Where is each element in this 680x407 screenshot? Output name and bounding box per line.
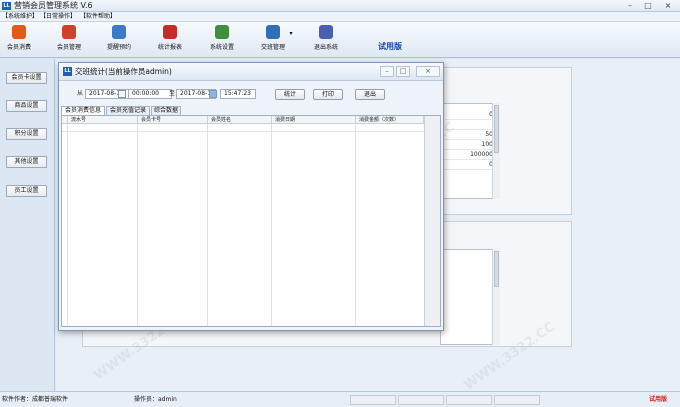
tab-member-recharge-records[interactable]: 会员充值记录 <box>106 106 150 115</box>
member-consume-icon <box>12 25 26 39</box>
menu-system-maintenance[interactable]: 【系统维护】 <box>2 13 38 21</box>
toolbar-label: 系统设置 <box>209 44 234 51</box>
grid-column-line <box>67 124 68 326</box>
from-time-input[interactable]: 00:00:00 <box>128 89 172 99</box>
grid-column-line <box>355 124 356 326</box>
nav-points-settings[interactable]: 积分设置 <box>6 128 47 140</box>
to-time-input[interactable]: 15:47:23 <box>220 89 256 99</box>
col-consume-amount[interactable]: 消费金额（次数） <box>356 116 424 124</box>
toolbar-exit-button[interactable]: 退出系统 <box>311 25 341 55</box>
col-serial-number[interactable]: 流水号 <box>68 116 138 124</box>
dialog-app-icon: LL <box>63 67 72 76</box>
minimize-button[interactable]: – <box>623 1 637 10</box>
window-title: 营销会员管理系统 V.6 <box>14 1 93 10</box>
toolbar-reminder-button[interactable]: 提醒预约 <box>104 25 134 55</box>
status-cell <box>494 395 540 405</box>
status-cell <box>398 395 444 405</box>
dialog-title: 交班统计(当前操作员admin) <box>75 67 172 76</box>
settings-list-bottom-scrollbar[interactable] <box>492 249 500 345</box>
stats-button[interactable]: 统计 <box>275 89 305 100</box>
table-row[interactable] <box>62 124 424 132</box>
toolbar-label: 会员消费 <box>6 44 31 51</box>
value-row: 100000 <box>441 150 497 160</box>
toolbar-label: 退出系统 <box>313 44 338 51</box>
shift-dropdown-arrow[interactable]: ▾ <box>287 30 295 60</box>
status-operator: 操作员：admin <box>134 396 177 403</box>
consume-data-grid[interactable]: 流水号 会员卡号 会员姓名 消费日期 消费金额（次数） <box>61 115 441 327</box>
grid-column-line <box>207 124 208 326</box>
status-trial: 试用版 <box>649 396 668 403</box>
member-manage-icon <box>62 25 76 39</box>
trial-label: 试用版 <box>378 42 402 51</box>
nav-product-settings[interactable]: 商品设置 <box>6 100 47 112</box>
menu-software-help[interactable]: 【软件帮助】 <box>80 13 116 21</box>
toolbar-member-consume-button[interactable]: 会员消费 <box>4 25 34 55</box>
toolbar-settings-button[interactable]: 系统设置 <box>207 25 237 55</box>
shift-icon <box>266 25 280 39</box>
toolbar-report-button[interactable]: 统计报表 <box>155 25 185 55</box>
grid-column-line <box>137 124 138 326</box>
status-cell <box>446 395 492 405</box>
maximize-button[interactable]: □ <box>641 1 655 10</box>
toolbar-shift-button[interactable]: 交班管理 <box>258 25 288 55</box>
scroll-thumb[interactable] <box>494 105 499 153</box>
toolbar-label: 统计报表 <box>157 44 182 51</box>
col-member-card-number[interactable]: 会员卡号 <box>138 116 208 124</box>
window-title-bar: LL 营销会员管理系统 V.6 – □ × <box>0 0 680 12</box>
value-row: 100 <box>441 140 497 150</box>
grid-scrollbar[interactable] <box>424 116 440 326</box>
dialog-tabs: 会员消费信息 会员充值记录 综合数据 <box>61 106 441 116</box>
tab-summary-data[interactable]: 综合数据 <box>151 106 181 115</box>
dialog-maximize-button[interactable]: □ <box>396 66 410 77</box>
main-toolbar: 会员消费 会员管理 提醒预约 统计报表 系统设置 交班管理 ▾ 退出系统 试用版 <box>0 22 680 58</box>
exit-icon <box>319 25 333 39</box>
reminder-icon <box>112 25 126 39</box>
dialog-minimize-button[interactable]: – <box>380 66 394 77</box>
grid-header: 流水号 会员卡号 会员姓名 消费日期 消费金额（次数） <box>62 116 424 124</box>
print-button[interactable]: 打印 <box>313 89 343 100</box>
grid-column-line <box>271 124 272 326</box>
nav-other-settings[interactable]: 其他设置 <box>6 156 47 168</box>
from-calendar-icon[interactable] <box>118 90 126 98</box>
value-row: 0 <box>441 160 497 170</box>
col-consume-date[interactable]: 消费日期 <box>272 116 356 124</box>
toolbar-label: 提醒预约 <box>106 44 131 51</box>
shift-statistics-dialog: LL 交班统计(当前操作员admin) – □ × 从 2017-08-10 0… <box>58 62 444 331</box>
app-icon: LL <box>2 2 11 10</box>
toolbar-label: 会员管理 <box>56 44 81 51</box>
toolbar-member-manage-button[interactable]: 会员管理 <box>54 25 84 55</box>
dialog-title-bar[interactable]: LL 交班统计(当前操作员admin) – □ × <box>59 63 443 81</box>
status-bar: 软件作者：成都普瑞软件 操作员：admin 试用版 <box>0 391 680 407</box>
settings-list-bottom <box>440 249 498 345</box>
close-button[interactable]: × <box>661 1 675 10</box>
settings-value-list: 0 50 100 100000 0 <box>440 103 498 199</box>
value-row: 0 <box>441 110 497 120</box>
nav-member-card-settings[interactable]: 会员卡设置 <box>6 72 47 84</box>
settings-icon <box>215 25 229 39</box>
toolbar-label: 交班管理 <box>260 44 285 51</box>
menu-bar: 【系统维护】 【日常操作】 【软件帮助】 <box>0 12 680 22</box>
menu-daily-operations[interactable]: 【日常操作】 <box>40 13 76 21</box>
status-cell <box>350 395 396 405</box>
scroll-thumb[interactable] <box>494 251 499 287</box>
left-nav: 会员卡设置 商品设置 积分设置 其他设置 员工设置 <box>0 59 55 391</box>
settings-list-scrollbar[interactable] <box>492 103 500 199</box>
to-calendar-icon[interactable] <box>209 90 217 98</box>
dialog-close-button[interactable]: × <box>416 66 440 77</box>
nav-staff-settings[interactable]: 员工设置 <box>6 185 47 197</box>
status-author: 软件作者：成都普瑞软件 <box>2 396 69 403</box>
col-member-name[interactable]: 会员姓名 <box>208 116 272 124</box>
from-label: 从 <box>77 90 84 97</box>
report-icon <box>163 25 177 39</box>
date-filter-bar: 从 2017-08-10 00:00:00 至 2017-08-10 15:47… <box>59 83 443 103</box>
exit-button[interactable]: 退出 <box>355 89 385 100</box>
to-label: 至 <box>169 90 176 97</box>
